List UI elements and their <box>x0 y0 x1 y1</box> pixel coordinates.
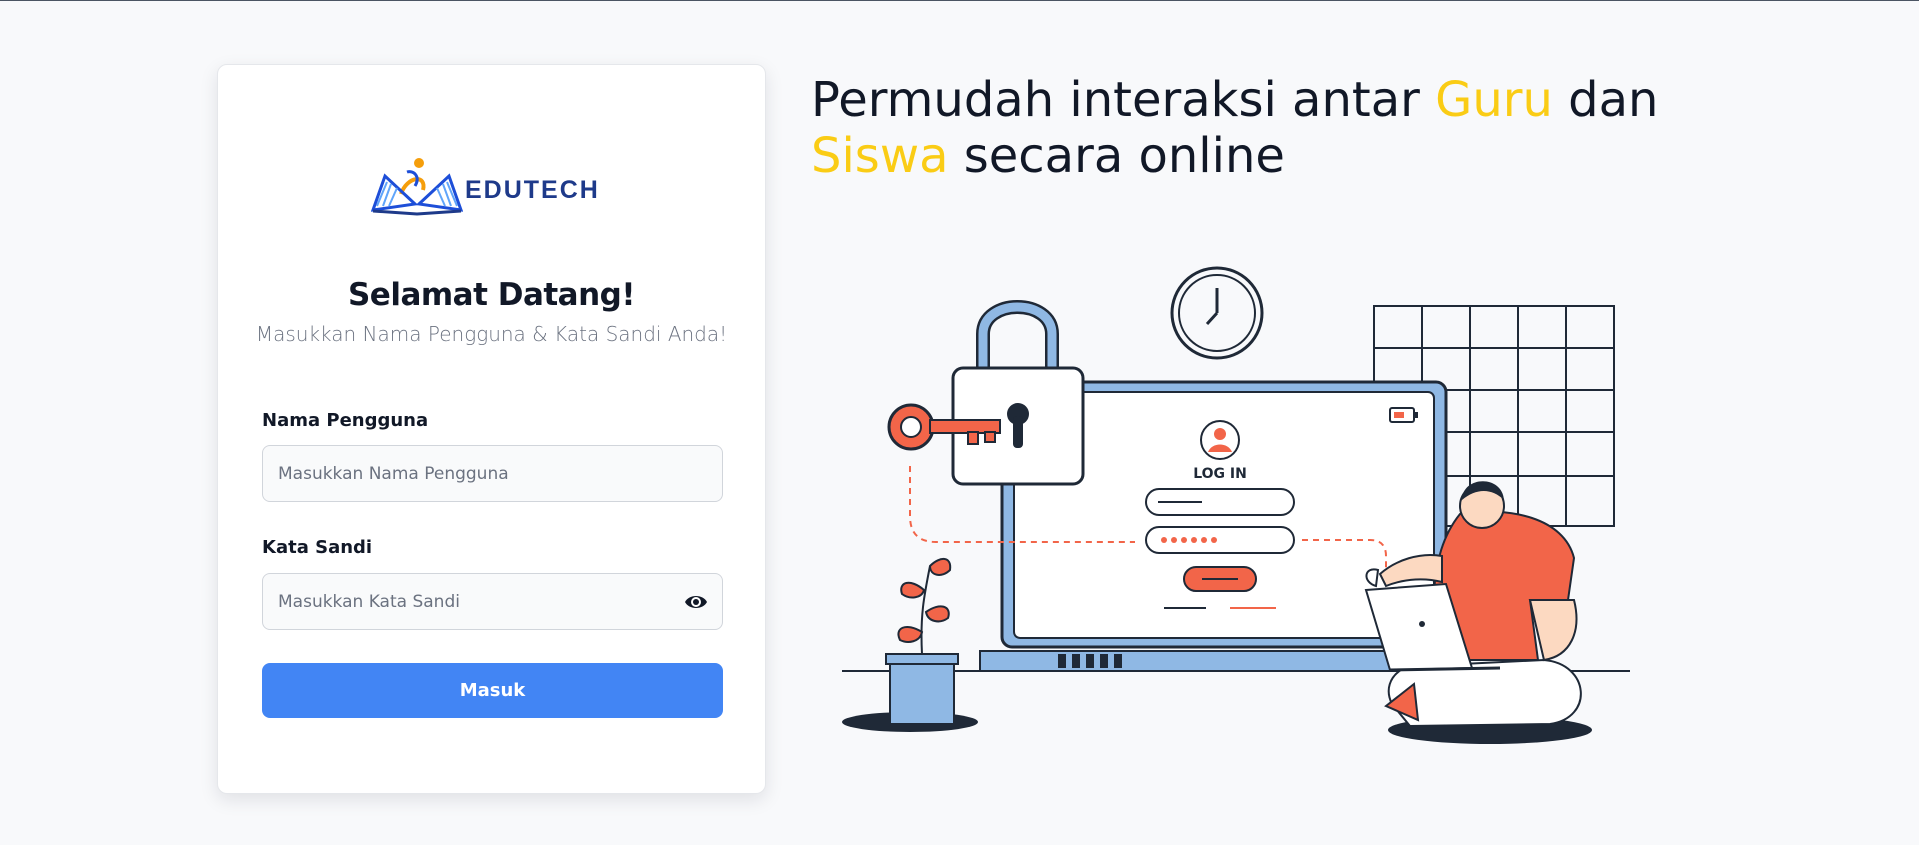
login-illustration: LOG IN <box>830 256 1640 756</box>
password-field-wrapper <box>262 573 723 630</box>
username-input[interactable] <box>263 446 722 501</box>
password-label: Kata Sandi <box>262 537 373 558</box>
open-book-logo-icon <box>371 158 463 216</box>
login-button[interactable]: Masuk <box>262 663 723 718</box>
plant-icon <box>842 558 978 732</box>
clock-icon <box>1170 266 1264 360</box>
brand-name: EDUTECH <box>465 175 600 204</box>
hero-highlight-guru: Guru <box>1435 72 1553 128</box>
welcome-subtitle: Masukkan Nama Pengguna & Kata Sandi Anda… <box>255 322 728 346</box>
username-label: Nama Pengguna <box>262 410 429 431</box>
padlock-icon <box>951 300 1085 486</box>
welcome-title: Selamat Datang! <box>347 277 636 313</box>
edutech-logo: EDUTECH <box>371 150 621 220</box>
login-card: EDUTECH Selamat Datang! Masukkan Nama Pe… <box>217 64 766 794</box>
hero-text-part: secara online <box>948 128 1285 184</box>
hero-text-part: Permudah interaksi antar <box>811 72 1436 128</box>
illustration-login-text: LOG IN <box>1193 466 1247 482</box>
hero-headline: Permudah interaksi antar Guru dan Siswa … <box>811 72 1711 184</box>
hero-text-part: dan <box>1552 72 1659 128</box>
eye-icon[interactable] <box>684 591 708 613</box>
hero-highlight-siswa: Siswa <box>811 128 949 184</box>
password-input[interactable] <box>263 574 722 629</box>
username-field-wrapper <box>262 445 723 502</box>
